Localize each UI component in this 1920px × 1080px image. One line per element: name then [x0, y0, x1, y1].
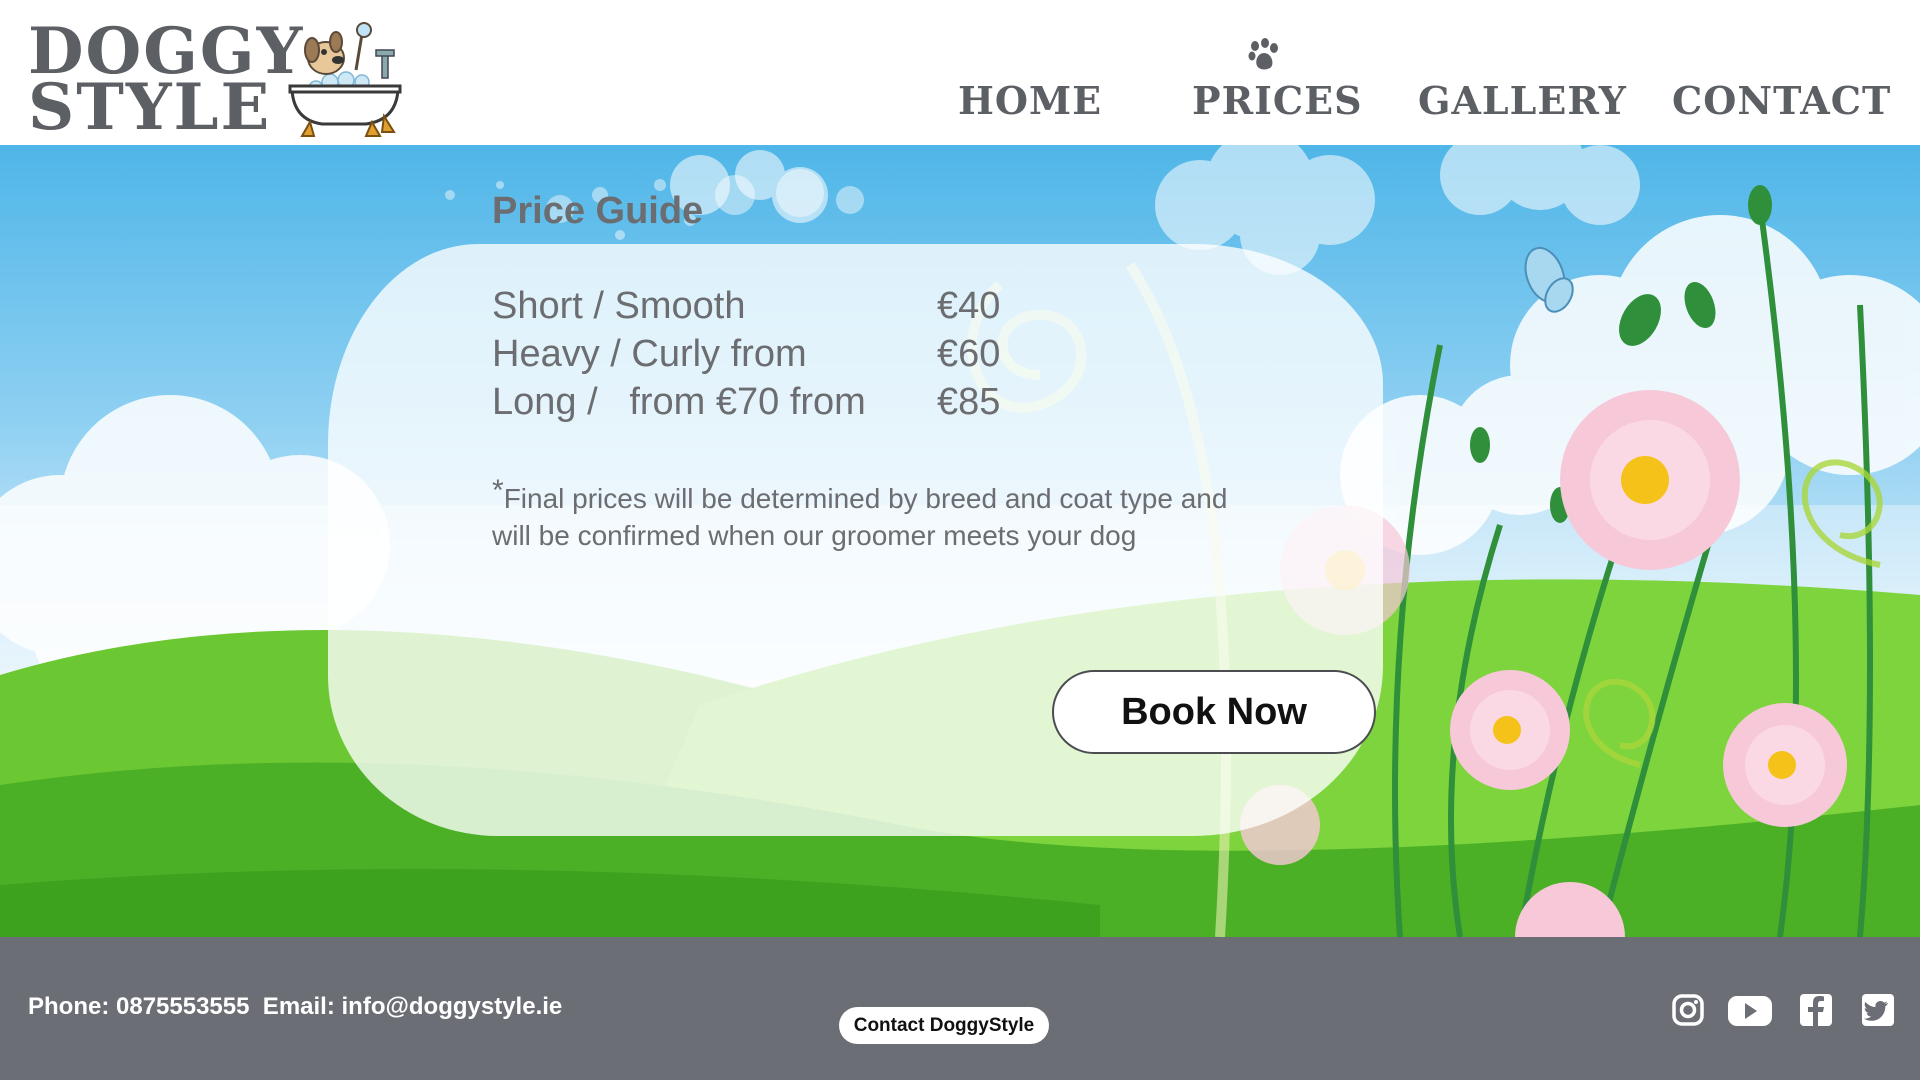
youtube-icon[interactable]: [1726, 990, 1774, 1030]
price-guide-title: Price Guide: [492, 190, 704, 232]
price-amount: €40: [937, 285, 1001, 327]
nav-gallery[interactable]: GALLERY: [1418, 78, 1627, 123]
site-footer: Phone: 0875553555 Email: info@doggystyle…: [0, 937, 1920, 1080]
note-text: Final prices will be determined by breed…: [492, 483, 1228, 551]
contact-info: Phone: 0875553555 Email: info@doggystyle…: [28, 993, 563, 1020]
price-label: Short / Smooth: [492, 285, 746, 327]
site-header: DOGGY STYLE HOME PRICES GALLERY CONTACT: [0, 0, 1920, 145]
contact-button[interactable]: Contact DoggyStyle: [839, 1007, 1049, 1044]
note-asterisk: *: [492, 474, 504, 507]
price-amount: €85: [937, 381, 1001, 423]
price-label: Long / from €70 from: [492, 381, 866, 423]
twitter-icon[interactable]: [1858, 990, 1898, 1030]
price-label: Heavy / Curly from: [492, 333, 807, 375]
nav-contact[interactable]: CONTACT: [1672, 78, 1891, 123]
facebook-icon[interactable]: [1796, 990, 1836, 1030]
paw-icon: [1248, 38, 1278, 70]
price-amount: €60: [937, 333, 1001, 375]
price-disclaimer: *Final prices will be determined by bree…: [492, 474, 1272, 554]
instagram-icon[interactable]: [1668, 990, 1708, 1030]
main-nav: HOME PRICES GALLERY CONTACT: [0, 78, 1920, 128]
nav-prices[interactable]: PRICES: [1192, 78, 1363, 123]
book-now-button[interactable]: Book Now: [1052, 670, 1376, 754]
nav-home[interactable]: HOME: [958, 78, 1102, 123]
